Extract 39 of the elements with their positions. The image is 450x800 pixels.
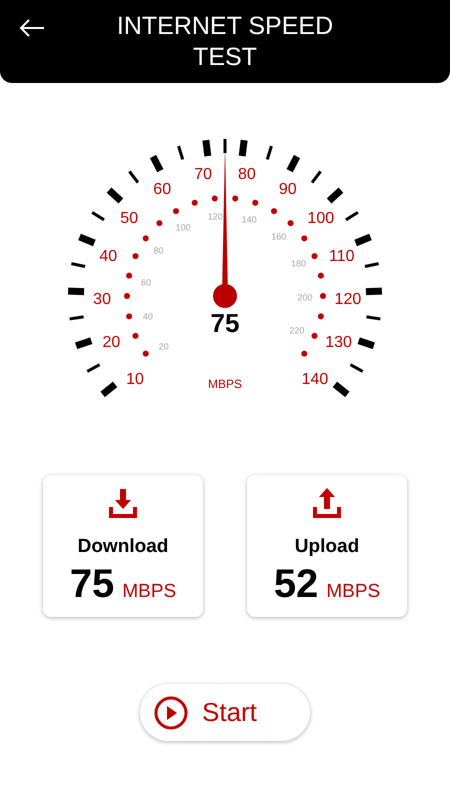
inner-scale-label: 160 [271, 232, 286, 242]
scale-label: 80 [238, 166, 256, 183]
card-value: 52 [274, 564, 318, 604]
inner-scale-label: 120 [208, 212, 223, 222]
download-icon [107, 487, 139, 519]
scale-label: 60 [153, 182, 172, 198]
scale-label: 10 [126, 372, 144, 388]
upload-icon [311, 487, 343, 519]
scale-label: 90 [278, 182, 297, 198]
card-label: Download [78, 535, 168, 559]
scale-label: 50 [120, 210, 138, 227]
inner-scale-label: 220 [289, 326, 304, 336]
page-title: INTERNET SPEED TEST [116, 10, 334, 72]
inner-scale-label: 100 [176, 223, 191, 232]
inner-scale-label: 80 [154, 246, 164, 256]
inner-scale-label: 200 [297, 293, 312, 302]
scale-label: 130 [325, 335, 352, 352]
scale-label: 30 [93, 292, 111, 308]
card-unit: MBPS [122, 580, 176, 604]
inner-scale-label: 180 [291, 260, 306, 269]
scale-label: 140 [302, 372, 328, 388]
scale-label: 120 [334, 292, 362, 308]
inner-scale-label: 40 [142, 312, 153, 322]
scale-label: 20 [102, 335, 120, 352]
speed-reading: 75 [210, 310, 240, 336]
scale-label: 70 [194, 166, 212, 183]
inner-scale-label: 140 [242, 215, 257, 224]
scale-label: 100 [307, 210, 334, 227]
back-icon[interactable] [18, 18, 46, 38]
card-label: Upload [294, 535, 360, 559]
play-icon [154, 696, 188, 730]
inner-scale-label: 20 [158, 342, 169, 352]
start-button[interactable]: Start [140, 684, 310, 741]
unit-label: MBPS [208, 378, 242, 390]
scale-label: 40 [99, 249, 118, 266]
card-value: 75 [70, 564, 114, 604]
scale-label: 110 [328, 249, 354, 266]
card-unit: MBPS [326, 580, 380, 604]
inner-scale-label: 60 [141, 278, 152, 288]
